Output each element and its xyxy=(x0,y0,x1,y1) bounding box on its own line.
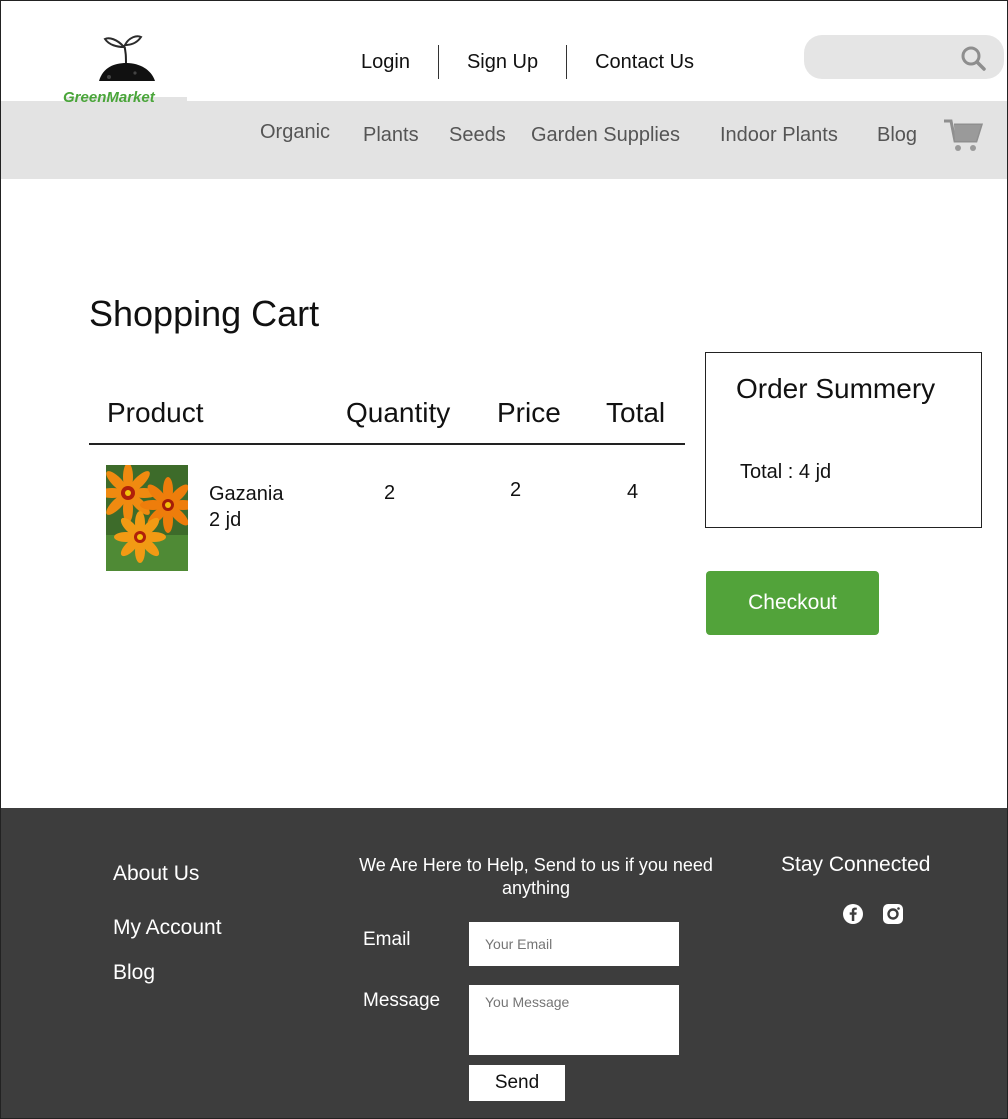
product-total: 4 xyxy=(627,481,639,503)
sprout-soil-icon xyxy=(99,35,155,81)
search-input[interactable] xyxy=(804,35,1004,79)
instagram-icon[interactable] xyxy=(882,903,904,925)
login-link[interactable]: Login xyxy=(361,51,410,74)
order-summary-total: Total : 4 jd xyxy=(740,461,832,483)
column-header-price: Price xyxy=(497,397,561,428)
column-header-product: Product xyxy=(107,397,204,428)
checkout-button[interactable]: Checkout xyxy=(706,571,879,635)
product-price: 2 xyxy=(510,479,522,501)
message-field[interactable] xyxy=(469,985,679,1055)
link-divider xyxy=(566,45,568,79)
nav-item-organic[interactable]: Organic xyxy=(260,121,330,144)
nav-item-seeds[interactable]: Seeds xyxy=(449,124,506,147)
nav-item-plants[interactable]: Plants xyxy=(363,124,419,147)
email-label: Email xyxy=(363,929,411,950)
footer-link-my-account[interactable]: My Account xyxy=(113,916,222,940)
brand-name: GreenMarket xyxy=(63,89,155,106)
table-divider xyxy=(89,443,685,445)
contact-us-link[interactable]: Contact Us xyxy=(595,51,694,74)
nav-item-garden-supplies[interactable]: Garden Supplies xyxy=(531,124,680,147)
product-name[interactable]: Gazania xyxy=(209,483,284,506)
product-image-gazania[interactable] xyxy=(106,465,188,571)
page: Organic Plants Seeds Garden Supplies Ind… xyxy=(0,0,1008,1119)
order-summary-title: Order Summery xyxy=(736,373,936,404)
send-button[interactable]: Send xyxy=(469,1065,565,1101)
column-header-total: Total xyxy=(606,397,666,428)
brand-logo[interactable]: GreenMarket xyxy=(57,31,187,139)
nav-item-blog[interactable]: Blog xyxy=(877,124,917,147)
product-unit-price: 2 jd xyxy=(209,509,242,531)
page-title: Shopping Cart xyxy=(89,293,320,334)
help-text: We Are Here to Help, Send to us if you n… xyxy=(359,855,713,898)
column-header-quantity: Quantity xyxy=(346,397,451,428)
email-field[interactable] xyxy=(469,922,679,966)
footer-link-blog[interactable]: Blog xyxy=(113,961,155,985)
stay-connected-title: Stay Connected xyxy=(781,853,931,876)
account-links: Login Sign Up Contact Us xyxy=(361,45,694,79)
footer-link-about-us[interactable]: About Us xyxy=(113,862,199,886)
order-summary-box: Order Summery Total : 4 jd xyxy=(705,352,982,528)
sign-up-link[interactable]: Sign Up xyxy=(467,51,538,74)
footer: About Us My Account Blog We Are Here to … xyxy=(1,808,1007,1118)
link-divider xyxy=(437,45,439,79)
cart-icon[interactable] xyxy=(943,117,983,153)
product-quantity[interactable]: 2 xyxy=(384,482,395,505)
search-icon[interactable] xyxy=(960,45,986,71)
message-label: Message xyxy=(363,990,441,1011)
facebook-icon[interactable] xyxy=(842,903,864,925)
nav-item-indoor-plants[interactable]: Indoor Plants xyxy=(720,124,838,147)
